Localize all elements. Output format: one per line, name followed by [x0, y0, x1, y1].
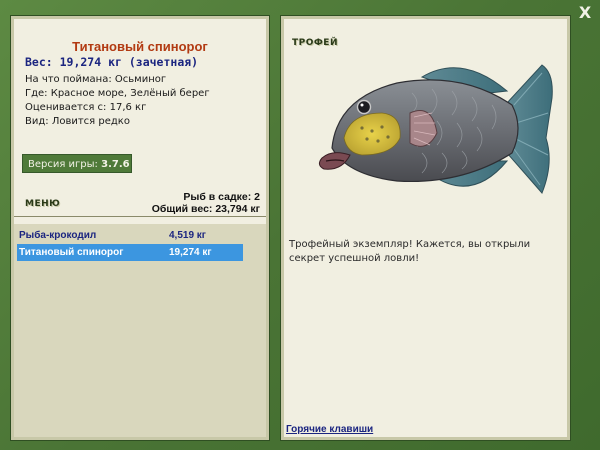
version-value: 3.7.6: [101, 159, 130, 170]
divider: [14, 216, 266, 217]
fish-bait: На что поймана: Осьминог: [25, 74, 167, 85]
menu-button[interactable]: МЕНЮ: [25, 199, 60, 209]
version-label: Версия игры:: [28, 159, 102, 170]
trophy-text: Трофейный экземпляр! Кажется, вы открыли…: [289, 239, 531, 264]
catch-row[interactable]: Рыба-крокодил 4,519 кг: [17, 227, 243, 244]
net-total-weight: Общий вес: 23,794 кг: [151, 203, 260, 215]
trophy-panel: ТРОФЕЙ Трофейный экземпляр! Кажется, вы …: [280, 15, 571, 441]
fish-rated-from: Оценивается с: 17,6 кг: [25, 102, 147, 113]
catch-weight: 4,519 кг: [169, 230, 206, 241]
catch-list: Рыба-крокодил 4,519 кг Титановый спиноро…: [17, 227, 243, 261]
titan-triggerfish-image: [318, 64, 553, 194]
close-button[interactable]: X: [576, 4, 594, 22]
fish-kind: Вид: Ловится редко: [25, 116, 130, 127]
catch-row[interactable]: Титановый спинорог 19,274 кг: [17, 244, 243, 261]
catch-weight: 19,274 кг: [169, 247, 212, 258]
net-fish-count: Рыб в садке: 2: [183, 191, 260, 203]
version-bar: Версия игры: 3.7.6: [22, 154, 132, 173]
fish-weight: Вес: 19,274 кг (зачетная): [25, 55, 199, 69]
net-stats: Рыб в садке: 2 Общий вес: 23,794 кг: [152, 191, 260, 215]
fish-title: Титановый спинорог: [72, 39, 208, 54]
catch-name: Титановый спинорог: [19, 247, 124, 258]
hotkeys-link[interactable]: Горячие клавиши: [286, 424, 373, 435]
fish-info-panel: Титановый спинорог Вес: 19,274 кг (зачет…: [10, 15, 270, 441]
catch-name: Рыба-крокодил: [19, 230, 97, 241]
fish-location: Где: Красное море, Зелёный берег: [25, 88, 210, 99]
fish-details: На что поймана: Осьминог Где: Красное мо…: [25, 73, 210, 129]
